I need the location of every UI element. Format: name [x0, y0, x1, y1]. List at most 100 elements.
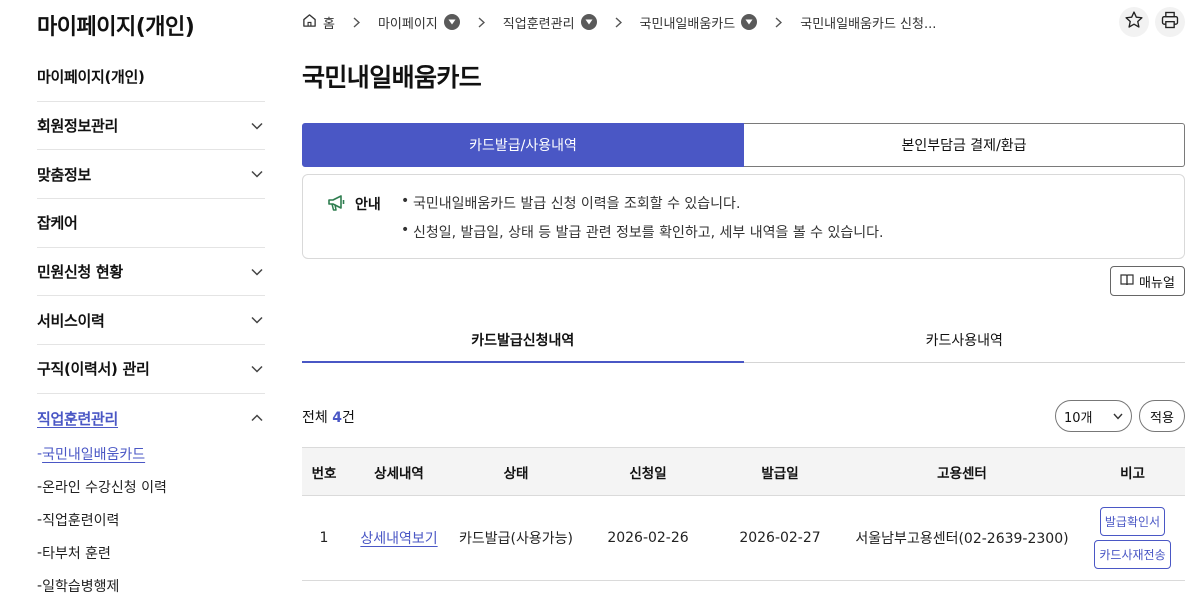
breadcrumb-home[interactable]: 홈	[302, 13, 335, 32]
page-size-select[interactable]: 10개	[1055, 400, 1132, 432]
table-row: 1 상세내역보기 카드발급(사용가능) 2026-02-26 2026-02-2…	[302, 495, 1185, 581]
sidebar: 마이페이지(개인) 마이페이지(개인) 회원정보관리 맞춤정보 잡케어 민원신청…	[0, 0, 270, 595]
breadcrumb-label: 국민내일배움카드	[639, 16, 736, 32]
print-button[interactable]	[1155, 7, 1185, 37]
manual-button-label: 매뉴얼	[1139, 275, 1175, 291]
sidebar-item-label: 마이페이지(개인)	[37, 68, 145, 87]
page-size-value: 10개	[1064, 410, 1093, 426]
col-header: 비고	[1080, 447, 1185, 496]
sub-tabs: 카드발급신청내역 카드사용내역	[302, 318, 1185, 363]
main-content: 홈 마이페이지 직업훈련관리 국민내일배움카드 국민내일배움카드 신청... 국…	[302, 0, 1185, 595]
col-header: 발급일	[716, 447, 844, 496]
chevron-right-icon	[775, 16, 783, 28]
tab-payment-refund[interactable]: 본인부담금 결제/환급	[744, 123, 1185, 167]
home-icon	[302, 13, 317, 32]
dropdown-circle-icon[interactable]	[443, 14, 460, 30]
breadcrumb-item-mypage[interactable]: 마이페이지	[378, 13, 460, 32]
notice-box: 안내 • 국민내일배움카드 발급 신청 이력을 조회할 수 있습니다. • 신청일,…	[302, 174, 1185, 259]
tab-card-usage[interactable]: 카드사용내역	[744, 318, 1186, 362]
submenu-item-other-ministry[interactable]: - 타부처 훈련	[37, 536, 167, 569]
sidebar-item-label: 민원신청 현황	[37, 263, 123, 282]
submenu-item-work-study[interactable]: - 일학습병행제	[37, 569, 167, 595]
count-number: 4	[332, 410, 342, 426]
breadcrumb-label: 마이페이지	[377, 16, 438, 32]
cell-note: 발급확인서 카드사재전송	[1080, 495, 1185, 581]
cell-detail: 상세내역보기	[346, 495, 452, 581]
count-suffix: 건	[341, 410, 355, 426]
card-history-table: 번호 상세내역 상태 신청일 발급일 고용센터 비고 1 상세내역보기 카드발급…	[302, 447, 1185, 581]
chevron-down-icon	[249, 166, 265, 182]
notice-text: 국민내일배움카드 발급 신청 이력을 조회할 수 있습니다.	[413, 196, 741, 212]
cell-number: 1	[302, 495, 346, 581]
chevron-right-icon	[478, 16, 485, 28]
notice-lines: • 국민내일배움카드 발급 신청 이력을 조회할 수 있습니다. • 신청일, 발급…	[401, 193, 883, 251]
col-header: 상태	[452, 447, 580, 496]
total-count: 전체 4건	[302, 407, 355, 427]
book-icon	[1120, 273, 1134, 290]
top-tabs: 카드발급/사용내역 본인부담금 결제/환급	[302, 123, 1185, 167]
submenu-label: 국민내일배움카드	[42, 446, 146, 463]
chevron-down-icon	[249, 361, 265, 377]
count-prefix: 전체	[302, 410, 333, 426]
sidebar-item-resume[interactable]: 구직(이력서) 관리	[37, 345, 265, 394]
chevron-down-icon	[249, 264, 265, 280]
cell-applied-date: 2026-02-26	[580, 495, 716, 581]
sidebar-item-service-history[interactable]: 서비스이력	[37, 296, 265, 346]
tab-card-history[interactable]: 카드발급/사용내역	[302, 123, 744, 167]
note-buttons: 발급확인서 카드사재전송	[1080, 507, 1185, 569]
sidebar-item-petition-status[interactable]: 민원신청 현황	[37, 248, 265, 297]
page-title: 국민내일배움카드	[302, 63, 482, 92]
notice-line: • 신청일, 발급일, 상태 등 발급 관련 정보를 확인하고, 세부 내역을 볼…	[401, 222, 883, 251]
tab-card-application[interactable]: 카드발급신청내역	[302, 318, 744, 363]
submenu-label: 온라인 수강신청 이력	[42, 479, 167, 496]
printer-icon	[1160, 10, 1180, 34]
dropdown-circle-icon[interactable]	[580, 14, 597, 30]
sidebar-item-label: 맞춤정보	[37, 165, 92, 184]
col-header: 신청일	[580, 447, 716, 496]
submenu-item-training-history[interactable]: - 직업훈련이력	[37, 503, 167, 536]
chevron-right-icon	[353, 16, 360, 28]
cell-issued-date: 2026-02-27	[716, 495, 844, 581]
sidebar-item-label: 잡케어	[37, 214, 78, 233]
sidebar-item-jobcare[interactable]: 잡케어	[37, 199, 265, 248]
breadcrumb-home-label: 홈	[323, 16, 335, 32]
megaphone-icon	[327, 194, 347, 216]
issue-certificate-button[interactable]: 발급확인서	[1099, 507, 1166, 536]
cell-center: 서울남부고용센터(02-2639-2300)	[844, 495, 1080, 581]
notice-label: 안내	[355, 197, 381, 213]
page-actions	[1119, 7, 1185, 37]
notice-text: 신청일, 발급일, 상태 등 발급 관련 정보를 확인하고, 세부 내역을 볼 …	[413, 225, 884, 241]
favorite-button[interactable]	[1119, 7, 1149, 37]
submenu-item-online-course[interactable]: - 온라인 수강신청 이력	[37, 470, 167, 503]
sidebar-item-mypage[interactable]: 마이페이지(개인)	[37, 53, 265, 102]
submenu-label: 타부처 훈련	[42, 545, 111, 562]
apply-button[interactable]: 적용	[1139, 400, 1185, 432]
sidebar-item-member-info[interactable]: 회원정보관리	[37, 102, 265, 151]
chevron-down-icon	[249, 118, 265, 134]
chevron-down-icon	[1113, 409, 1123, 424]
manual-button[interactable]: 매뉴얼	[1110, 266, 1185, 296]
submenu-item-card[interactable]: - 국민내일배움카드	[37, 437, 167, 470]
cell-status: 카드발급(사용가능)	[452, 495, 580, 581]
card-resend-button[interactable]: 카드사재전송	[1094, 540, 1171, 569]
breadcrumb: 홈 마이페이지 직업훈련관리 국민내일배움카드 국민내일배움카드 신청...	[302, 11, 936, 33]
sidebar-item-label: 직업훈련관리	[37, 409, 119, 428]
star-icon	[1124, 10, 1144, 34]
chevron-down-icon	[249, 312, 265, 328]
notice-line: • 국민내일배움카드 발급 신청 이력을 조회할 수 있습니다.	[401, 193, 883, 222]
sidebar-item-custom-info[interactable]: 맞춤정보	[37, 150, 265, 200]
chevron-up-icon	[249, 410, 265, 426]
breadcrumb-item-card[interactable]: 국민내일배움카드	[640, 13, 758, 32]
dropdown-circle-icon[interactable]	[741, 14, 758, 30]
detail-link[interactable]: 상세내역보기	[360, 531, 437, 547]
sidebar-item-label: 서비스이력	[37, 311, 105, 330]
submenu-label: 직업훈련이력	[42, 512, 120, 529]
sidebar-item-training[interactable]: 직업훈련관리	[37, 394, 265, 443]
sidebar-item-label: 구직(이력서) 관리	[37, 360, 150, 379]
breadcrumb-item-current[interactable]: 국민내일배움카드 신청...	[800, 13, 936, 32]
sidebar-title: 마이페이지(개인)	[37, 15, 195, 40]
table-header-row: 번호 상세내역 상태 신청일 발급일 고용센터 비고	[302, 447, 1185, 496]
submenu-label: 일학습병행제	[42, 578, 120, 595]
chevron-right-icon	[615, 16, 622, 28]
breadcrumb-item-training[interactable]: 직업훈련관리	[503, 13, 597, 32]
